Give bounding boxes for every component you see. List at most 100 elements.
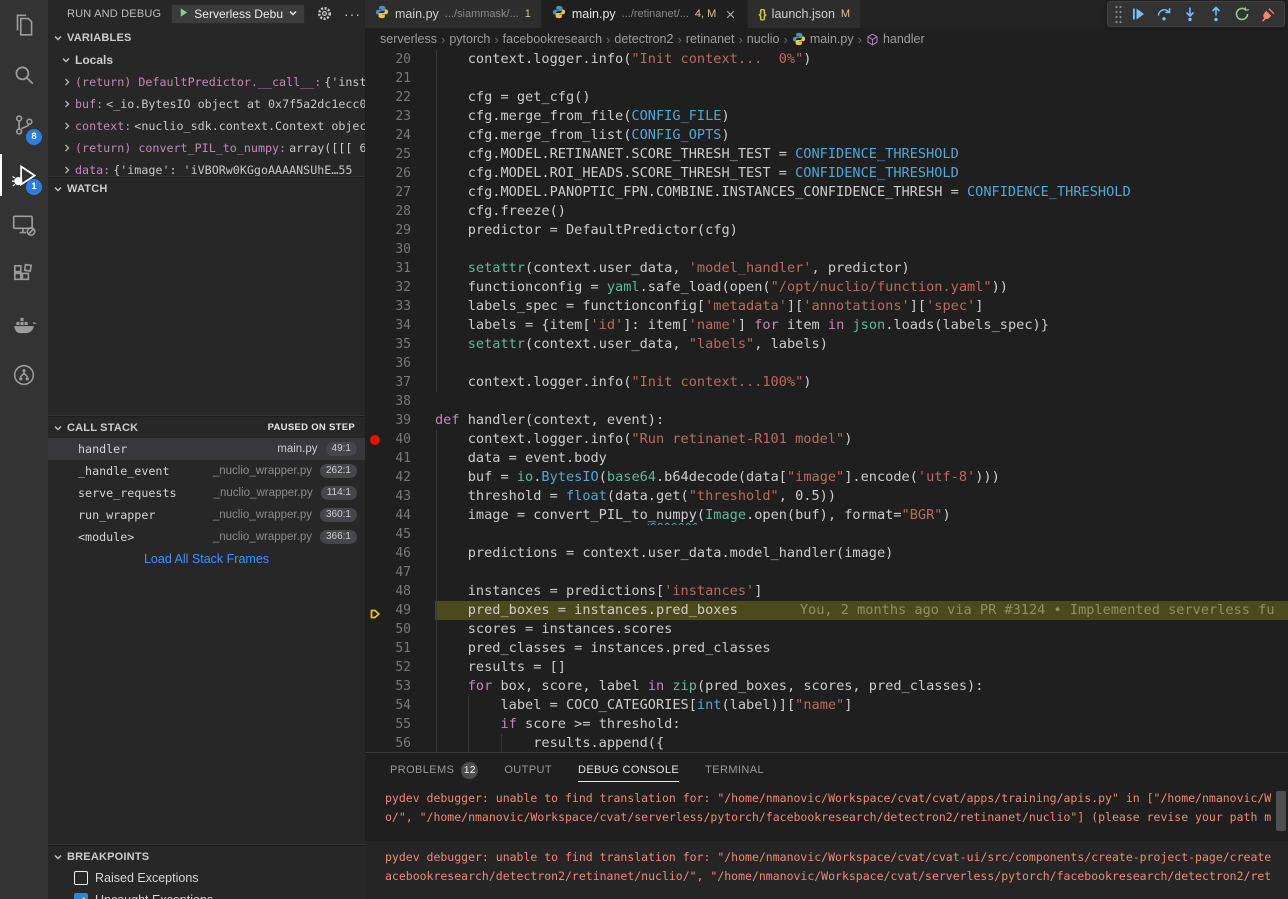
- breakpoint-margin[interactable]: [365, 88, 385, 107]
- gear-icon[interactable]: [317, 6, 332, 21]
- code-line-content[interactable]: cfg = get_cfg(): [435, 88, 1288, 107]
- breakpoint-margin[interactable]: [365, 677, 385, 696]
- code-line-content[interactable]: data = event.body: [435, 449, 1288, 468]
- code-line-content[interactable]: [435, 525, 1288, 544]
- breakpoint-margin[interactable]: [365, 658, 385, 677]
- call-stack-section-header[interactable]: CALL STACK PAUSED ON STEP: [48, 416, 365, 438]
- code-line-content[interactable]: cfg.MODEL.PANOPTIC_FPN.COMBINE.INSTANCES…: [435, 183, 1288, 202]
- variable-row[interactable]: (return) convert_PIL_to_numpy: array([[[…: [48, 137, 365, 159]
- breakpoint-margin[interactable]: [365, 335, 385, 354]
- code-line-content[interactable]: [435, 563, 1288, 582]
- code-line-content[interactable]: cfg.merge_from_file(CONFIG_FILE): [435, 107, 1288, 126]
- debug-start-icon[interactable]: [178, 7, 189, 21]
- breakpoint-margin[interactable]: [365, 50, 385, 69]
- code-line-content[interactable]: setattr(context.user_data, 'model_handle…: [435, 259, 1288, 278]
- code-line-content[interactable]: cfg.freeze(): [435, 202, 1288, 221]
- load-all-stack-frames-link[interactable]: Load All Stack Frames: [48, 548, 365, 570]
- breakpoint-margin[interactable]: [365, 468, 385, 487]
- breakpoint-margin[interactable]: [365, 373, 385, 392]
- breakpoint-margin[interactable]: [365, 601, 385, 620]
- stack-frame-module[interactable]: <module>_nuclio_wrapper.py366:1: [48, 526, 365, 548]
- breakpoint-margin[interactable]: [365, 183, 385, 202]
- code-line-content[interactable]: context.logger.info("Init context...100%…: [435, 373, 1288, 392]
- code-line-content[interactable]: for box, score, label in zip(pred_boxes,…: [435, 677, 1288, 696]
- tab-launch-json[interactable]: {} launch.json M: [748, 0, 861, 28]
- breakpoint-margin[interactable]: [365, 411, 385, 430]
- activity-item-docker[interactable]: [0, 300, 48, 350]
- variable-row[interactable]: (return) DefaultPredictor.__call__: {'in…: [48, 71, 365, 93]
- breakpoint-margin[interactable]: [365, 715, 385, 734]
- code-line-content[interactable]: buf = io.BytesIO(base64.b64decode(data["…: [435, 468, 1288, 487]
- breakpoint-margin[interactable]: [365, 354, 385, 373]
- code-line-content[interactable]: predictions = context.user_data.model_ha…: [435, 544, 1288, 563]
- more-actions-icon[interactable]: ···: [344, 6, 361, 22]
- code-line-content[interactable]: cfg.MODEL.ROI_HEADS.SCORE_THRESH_TEST = …: [435, 164, 1288, 183]
- breakpoint-margin[interactable]: [365, 316, 385, 335]
- tab-main-py-siammask[interactable]: main.py .../siammask/... 1: [365, 0, 542, 28]
- close-icon[interactable]: [724, 8, 737, 21]
- stack-frame-run_wrapper[interactable]: run_wrapper_nuclio_wrapper.py360:1: [48, 504, 365, 526]
- breakpoints-section-header[interactable]: BREAKPOINTS: [48, 845, 365, 867]
- breakpoint-margin[interactable]: [365, 297, 385, 316]
- variables-section-header[interactable]: VARIABLES: [48, 27, 365, 49]
- checkbox[interactable]: [74, 871, 88, 885]
- code-line-content[interactable]: [435, 354, 1288, 373]
- step-out-button[interactable]: [1204, 2, 1228, 26]
- watch-section-header[interactable]: WATCH: [48, 177, 365, 199]
- breakpoint-margin[interactable]: [365, 506, 385, 525]
- code-line-content[interactable]: label = COCO_CATEGORIES[int(label)]["nam…: [435, 696, 1288, 715]
- variable-row[interactable]: context: <nuclio_sdk.context.Context obj…: [48, 115, 365, 137]
- code-line-content[interactable]: [435, 69, 1288, 88]
- panel-tab-output[interactable]: OUTPUT: [504, 753, 552, 787]
- step-into-button[interactable]: [1178, 2, 1202, 26]
- breakpoint-margin[interactable]: [365, 202, 385, 221]
- code-line-content[interactable]: cfg.merge_from_list(CONFIG_OPTS): [435, 126, 1288, 145]
- code-line-content[interactable]: labels = {item['id']: item['name'] for i…: [435, 316, 1288, 335]
- breadcrumb-item-facebookresearch[interactable]: facebookresearch: [503, 32, 602, 46]
- code-line-content[interactable]: [435, 392, 1288, 411]
- breakpoint-margin[interactable]: [365, 221, 385, 240]
- code-line-content[interactable]: predictor = DefaultPredictor(cfg): [435, 221, 1288, 240]
- code-line-content[interactable]: pred_classes = instances.pred_classes: [435, 639, 1288, 658]
- breakpoint-margin[interactable]: [365, 449, 385, 468]
- code-line-content[interactable]: setattr(context.user_data, "labels", lab…: [435, 335, 1288, 354]
- breakpoint-margin[interactable]: [365, 107, 385, 126]
- breadcrumb-item-handler[interactable]: handler: [866, 32, 925, 46]
- code-line-content[interactable]: threshold = float(data.get("threshold", …: [435, 487, 1288, 506]
- activity-item-explorer[interactable]: [0, 0, 48, 50]
- code-line-content[interactable]: scores = instances.scores: [435, 620, 1288, 639]
- code-line-content[interactable]: results.append({: [435, 734, 1288, 752]
- breakpoint-margin[interactable]: [365, 278, 385, 297]
- launch-config-dropdown[interactable]: Serverless Debu: [171, 4, 305, 24]
- disconnect-button[interactable]: [1256, 2, 1280, 26]
- stack-frame-handler[interactable]: handlermain.py49:1: [48, 438, 365, 460]
- breadcrumb-item-nuclio[interactable]: nuclio: [747, 32, 780, 46]
- breakpoint-margin[interactable]: [365, 544, 385, 563]
- activity-item-graph[interactable]: [0, 350, 48, 400]
- code-line-content[interactable]: context.logger.info("Run retinanet-R101 …: [435, 430, 1288, 449]
- stack-frame-_handle_event[interactable]: _handle_event_nuclio_wrapper.py262:1: [48, 460, 365, 482]
- breakpoint-margin[interactable]: [365, 563, 385, 582]
- code-line-content[interactable]: image = convert_PIL_to_numpy(Image.open(…: [435, 506, 1288, 525]
- breakpoint-margin[interactable]: [365, 525, 385, 544]
- breadcrumb-item-serverless[interactable]: serverless: [380, 32, 437, 46]
- activity-item-run-and-debug[interactable]: 1: [0, 150, 48, 200]
- breakpoint-margin[interactable]: [365, 620, 385, 639]
- breakpoint-icon[interactable]: [370, 435, 380, 445]
- breakpoint-row[interactable]: Raised Exceptions: [48, 867, 365, 889]
- code-line-content[interactable]: def handler(context, event):: [435, 411, 1288, 430]
- breakpoint-margin[interactable]: [365, 696, 385, 715]
- breakpoint-margin[interactable]: [365, 392, 385, 411]
- breakpoint-margin[interactable]: [365, 734, 385, 752]
- code-line-content[interactable]: [435, 240, 1288, 259]
- breadcrumb-item-mainpy[interactable]: main.py: [792, 32, 854, 46]
- code-line-content[interactable]: functionconfig = yaml.safe_load(open("/o…: [435, 278, 1288, 297]
- breakpoint-margin[interactable]: [365, 69, 385, 88]
- breadcrumb-item-detectron2[interactable]: detectron2: [614, 32, 673, 46]
- breakpoint-margin[interactable]: [365, 430, 385, 449]
- breakpoint-margin[interactable]: [365, 259, 385, 278]
- breakpoint-margin[interactable]: [365, 240, 385, 259]
- checkbox[interactable]: [74, 893, 88, 899]
- breakpoint-margin[interactable]: [365, 145, 385, 164]
- panel-tab-debug-console[interactable]: DEBUG CONSOLE: [578, 753, 679, 787]
